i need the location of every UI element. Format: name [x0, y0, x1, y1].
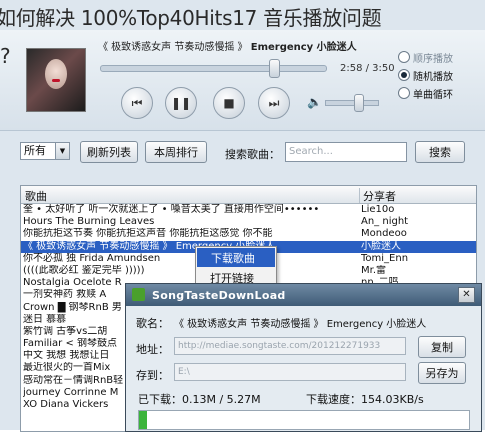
search-input[interactable]: Search...	[285, 142, 407, 162]
album-art	[26, 48, 86, 112]
song-title: ((((此歌必红 鉴定完毕 )))))	[23, 264, 145, 276]
weekly-chart-button[interactable]: 本周排行	[145, 141, 207, 163]
context-menu: 下载歌曲 打开链接	[195, 246, 277, 288]
song-title: 你不必孤 独 Frida Amundsen	[23, 252, 161, 264]
downloaded-size: 已下载：0.13M / 5.27M	[138, 393, 261, 406]
time-display: 2:58 / 3:50	[340, 63, 395, 74]
now-playing-title: 《 极致诱惑女声 节奏动感慢摇 》 Emergency 小脸迷人	[98, 38, 357, 53]
song-title: 《 极致诱惑女声 节奏动感慢摇 》 Emergency 小脸迷人	[23, 240, 276, 252]
mode-sequential-label: 顺序播放	[413, 53, 453, 65]
song-name-label: 歌名：	[136, 317, 169, 330]
save-to-label: 存到：	[136, 369, 169, 382]
url-label: 地址：	[136, 343, 169, 356]
toolbar: 所有 ▼ 刷新列表 本周排行 搜索歌曲： Search... 搜索	[0, 135, 485, 175]
song-title: 你能抗拒这节奏 你能抗拒这声音 你能抗拒这感觉 你不能	[23, 228, 273, 240]
filter-value: 所有	[24, 144, 46, 157]
next-icon: ⏭	[268, 95, 280, 110]
volume-icon[interactable]: 🔈	[307, 95, 322, 109]
menu-item-download[interactable]: 下载歌曲	[197, 248, 275, 267]
seek-bar[interactable]	[100, 59, 327, 78]
song-sharer: Mondeoo	[361, 228, 407, 240]
column-sharer[interactable]: 分享者	[359, 188, 396, 203]
mode-sequential[interactable]: 顺序播放	[398, 48, 482, 66]
prev-icon: ⏮	[131, 95, 143, 110]
url-field[interactable]: http://mediae.songtaste.com/201212271933	[174, 337, 406, 355]
mode-random-label: 随机播放	[413, 71, 453, 83]
now-playing-song: 《 极致诱惑女声 节奏动感慢摇 》	[98, 42, 248, 53]
volume-knob[interactable]	[354, 94, 365, 112]
download-dialog: SongTasteDownLoad ✕ 歌名： 《 极致诱惑女声 节奏动感慢摇 …	[125, 283, 482, 432]
chevron-down-icon[interactable]: ▼	[55, 143, 69, 159]
song-sharer: An_ night	[361, 216, 409, 228]
stop-icon: ■	[223, 96, 235, 110]
search-button[interactable]: 搜索	[415, 141, 465, 163]
volume-slider[interactable]	[325, 94, 379, 112]
app-window: 《 极致诱惑女声 节奏动感慢摇 》 Emergency 小脸迷人 2:58 / …	[0, 0, 485, 432]
dialog-title: SongTasteDownLoad	[152, 289, 286, 302]
song-name-value: 《 极致诱惑女声 节奏动感慢摇 》 Emergency 小脸迷人	[174, 319, 427, 330]
list-item[interactable]: 奎 • 太好听了 听一次就迷上了 • 嗓音太美了 直接用作空间•••••• Lie…	[21, 204, 476, 216]
refresh-list-button[interactable]: 刷新列表	[80, 141, 138, 163]
mode-random-radio[interactable]	[398, 69, 410, 81]
dialog-titlebar[interactable]: SongTasteDownLoad ✕	[126, 284, 481, 306]
list-header: 歌曲 分享者	[21, 186, 476, 204]
stop-button[interactable]: ■	[213, 87, 245, 119]
list-item[interactable]: Hours The Burning Leaves An_ night	[21, 216, 476, 228]
seek-knob[interactable]	[269, 59, 281, 78]
download-app-icon	[132, 288, 145, 301]
save-path-field[interactable]: E:\	[174, 363, 406, 381]
album-face	[45, 59, 67, 89]
column-song[interactable]: 歌曲	[25, 188, 47, 204]
download-progress-bar	[138, 410, 470, 430]
play-mode-group: 顺序播放 随机播放 单曲循环	[398, 48, 482, 102]
now-playing-artist: Emergency 小脸迷人	[250, 42, 357, 53]
mode-repeat-one[interactable]: 单曲循环	[398, 84, 482, 102]
list-item[interactable]: 你能抗拒这节奏 你能抗拒这声音 你能抗拒这感觉 你不能 Mondeoo	[21, 228, 476, 240]
mode-random[interactable]: 随机播放	[398, 66, 482, 84]
mode-repeat-one-radio[interactable]	[398, 87, 410, 99]
album-lips	[52, 79, 60, 82]
song-title: 奎 • 太好听了 听一次就迷上了 • 嗓音太美了 直接用作空间••••••	[23, 204, 320, 215]
mode-repeat-one-label: 单曲循环	[413, 89, 453, 101]
mode-sequential-radio[interactable]	[398, 51, 410, 63]
song-sharer: Tomi_Enn	[361, 252, 409, 264]
song-sharer: Lie10o	[361, 204, 395, 215]
pause-icon: ❚❚	[170, 96, 192, 110]
song-sharer: 小脸迷人	[361, 240, 401, 252]
song-sharer: Mr.雷	[361, 264, 386, 276]
download-progress-fill	[139, 411, 148, 429]
save-as-button[interactable]: 另存为	[418, 362, 466, 384]
song-title: Hours The Burning Leaves	[23, 216, 155, 228]
pause-button[interactable]: ❚❚	[165, 87, 197, 119]
copy-button[interactable]: 复制	[418, 336, 466, 358]
filter-select[interactable]: 所有 ▼	[20, 142, 70, 160]
prev-button[interactable]: ⏮	[121, 87, 153, 119]
close-icon[interactable]: ✕	[458, 287, 475, 303]
search-label: 搜索歌曲：	[225, 148, 280, 161]
next-button[interactable]: ⏭	[258, 87, 290, 119]
download-speed: 下载速度：154.03KB/s	[306, 393, 424, 406]
